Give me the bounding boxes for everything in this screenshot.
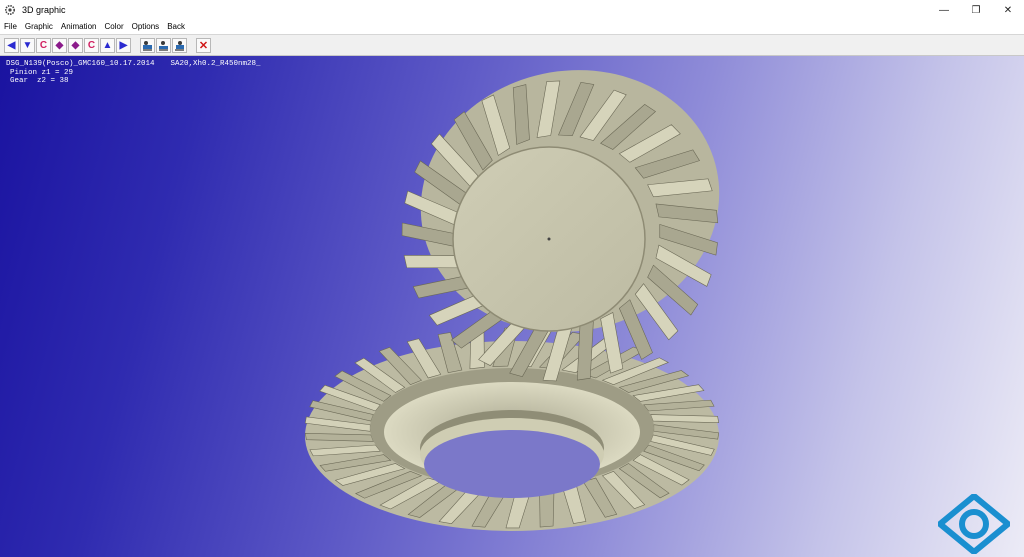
rotate-up-icon: ▲ bbox=[102, 39, 113, 51]
3d-viewport[interactable]: DSG_N139(Posco)_GMC160_10.17.2014 SA20,X… bbox=[0, 56, 1024, 557]
ring-gear bbox=[304, 327, 720, 531]
gear-tooth bbox=[304, 433, 374, 442]
rotate-down-button[interactable]: ▼ bbox=[20, 37, 35, 53]
view-2-button[interactable] bbox=[156, 37, 171, 53]
gear-app-icon bbox=[4, 4, 16, 16]
close-view-button[interactable]: ✕ bbox=[196, 37, 211, 53]
view-3-icon bbox=[175, 40, 184, 50]
bevel-gear-pair bbox=[304, 70, 720, 531]
pinion-gear bbox=[401, 70, 720, 382]
rotate-up-button[interactable]: ▲ bbox=[100, 37, 115, 53]
view-2-icon bbox=[159, 40, 168, 50]
title-bar: 3D graphic — ❐ ✕ bbox=[0, 0, 1024, 20]
diamond-2-icon: ◆ bbox=[71, 39, 80, 51]
view-1-button[interactable] bbox=[140, 37, 155, 53]
rotate-down-icon: ▼ bbox=[22, 39, 33, 51]
view-1-icon bbox=[143, 40, 152, 50]
menu-back[interactable]: Back bbox=[163, 20, 189, 33]
window-title: 3D graphic bbox=[22, 5, 66, 15]
menu-color[interactable]: Color bbox=[100, 20, 127, 33]
rotate-ccw-button[interactable]: C bbox=[36, 37, 51, 53]
rotate-ccw-icon: C bbox=[39, 39, 48, 51]
menu-animation[interactable]: Animation bbox=[57, 20, 101, 33]
rotate-left-button[interactable]: ◀ bbox=[4, 37, 19, 53]
gear-tooth bbox=[650, 414, 720, 423]
rotate-left-icon: ◀ bbox=[7, 39, 16, 51]
close-red-icon: ✕ bbox=[198, 39, 209, 52]
diamond-1-icon: ◆ bbox=[55, 39, 64, 51]
brand-logo bbox=[938, 494, 1010, 554]
rotate-cw-button[interactable]: C bbox=[84, 37, 99, 53]
rotate-right-button[interactable]: ▶ bbox=[116, 37, 131, 53]
diamond-1-button[interactable]: ◆ bbox=[52, 37, 67, 53]
diamond-2-button[interactable]: ◆ bbox=[68, 37, 83, 53]
toolbar: ◀ ▼ C ◆ ◆ C ▲ ▶ ✕ bbox=[0, 34, 1024, 56]
view-3-button[interactable] bbox=[172, 37, 187, 53]
rotate-cw-icon: C bbox=[87, 39, 96, 51]
menu-file[interactable]: File bbox=[0, 20, 21, 33]
rotate-right-icon: ▶ bbox=[119, 39, 128, 51]
menu-options[interactable]: Options bbox=[128, 20, 164, 33]
menu-bar: File Graphic Animation Color Options Bac… bbox=[0, 20, 1024, 33]
minimize-button[interactable]: — bbox=[928, 0, 960, 20]
restore-button[interactable]: ❐ bbox=[960, 0, 992, 20]
menu-graphic[interactable]: Graphic bbox=[21, 20, 57, 33]
close-window-button[interactable]: ✕ bbox=[992, 0, 1024, 20]
